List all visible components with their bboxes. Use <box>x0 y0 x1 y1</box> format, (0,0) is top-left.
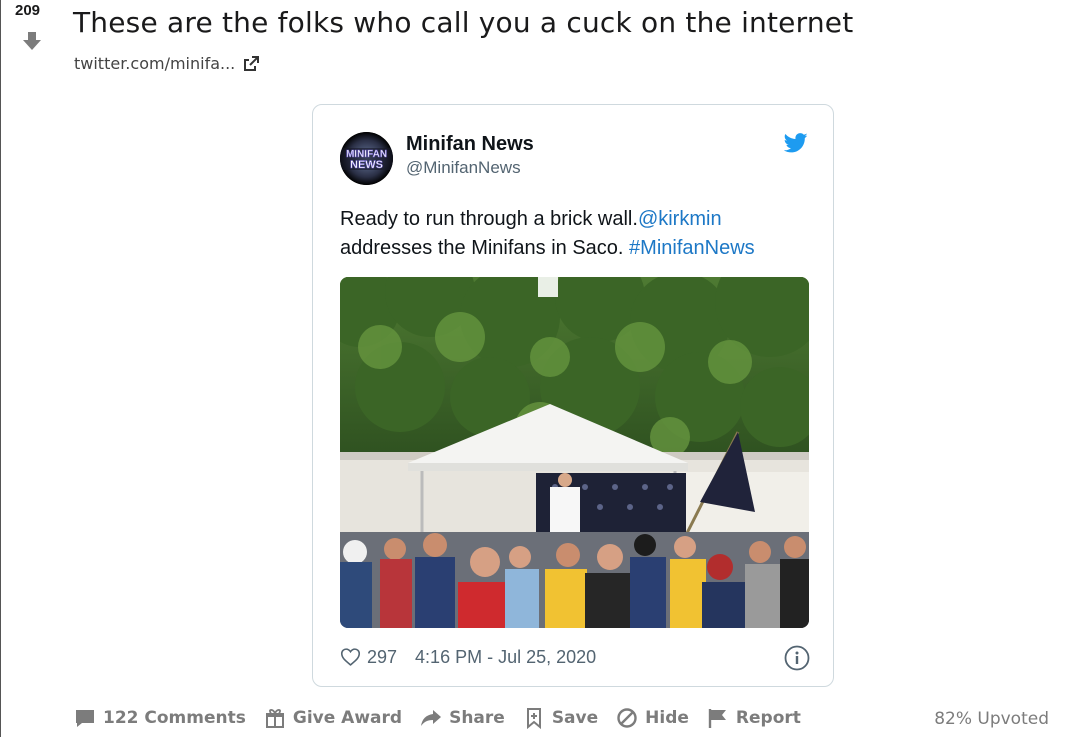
report-icon <box>708 709 726 728</box>
tweet-text-part1: Ready to run through a brick wall. <box>340 208 638 230</box>
hide-icon <box>617 708 637 728</box>
tweet-author-handle[interactable]: @MinifanNews <box>406 158 521 178</box>
tweet-text-part2: addresses the Minifans in Saco. <box>340 237 630 259</box>
comments-label: 122 Comments <box>103 708 246 728</box>
svg-text:NEWS: NEWS <box>350 159 383 171</box>
tweet-author-name[interactable]: Minifan News <box>406 133 534 156</box>
avatar[interactable]: MINIFAN NEWS <box>340 132 393 185</box>
minifan-news-logo: MINIFAN NEWS <box>340 132 393 185</box>
heart-icon[interactable] <box>340 647 361 667</box>
tweet-hashtag-link[interactable]: #MinifanNews <box>629 237 755 259</box>
embedded-tweet[interactable]: MINIFAN NEWS Minifan News @MinifanNews R… <box>312 104 834 687</box>
post-title[interactable]: These are the folks who call you a cuck … <box>73 6 853 39</box>
info-icon[interactable] <box>784 645 810 671</box>
comments-button[interactable]: 122 Comments <box>74 707 246 729</box>
save-label: Save <box>551 708 599 728</box>
hide-button[interactable]: Hide <box>616 707 689 729</box>
tweet-like-count[interactable]: 297 <box>367 647 397 668</box>
save-button[interactable]: Save <box>523 707 598 729</box>
tweet-footer: 297 4:16 PM - Jul 25, 2020 <box>340 645 810 671</box>
report-button[interactable]: Report <box>707 707 801 729</box>
tweet-text: Ready to run through a brick wall.@kirkm… <box>340 205 810 263</box>
hide-label: Hide <box>645 708 689 728</box>
tweet-mention-link[interactable]: @kirkmin <box>638 208 722 230</box>
give-award-button[interactable]: Give Award <box>264 707 402 729</box>
share-icon <box>421 710 442 726</box>
rally-photo <box>340 277 809 628</box>
upvote-ratio: 82% Upvoted <box>934 709 1049 729</box>
twitter-bird-icon[interactable] <box>784 133 808 153</box>
left-border <box>0 0 1 737</box>
post-score: 209 <box>15 2 41 19</box>
share-label: Share <box>449 708 505 728</box>
post-actions-bar: 122 Comments Give Award Share Save Hide <box>74 707 819 729</box>
comment-icon <box>76 710 94 727</box>
tweet-photo[interactable] <box>340 277 809 628</box>
report-label: Report <box>735 708 801 728</box>
save-icon <box>526 708 541 729</box>
gift-icon <box>265 709 284 728</box>
downvote-arrow-icon[interactable] <box>21 30 43 52</box>
external-link-icon <box>244 55 260 71</box>
tweet-timestamp[interactable]: 4:16 PM - Jul 25, 2020 <box>415 647 596 668</box>
give-award-label: Give Award <box>292 708 403 728</box>
post-link[interactable]: twitter.com/minifa... <box>74 54 260 73</box>
post-link-text[interactable]: twitter.com/minifa... <box>74 54 235 73</box>
share-button[interactable]: Share <box>420 707 505 729</box>
